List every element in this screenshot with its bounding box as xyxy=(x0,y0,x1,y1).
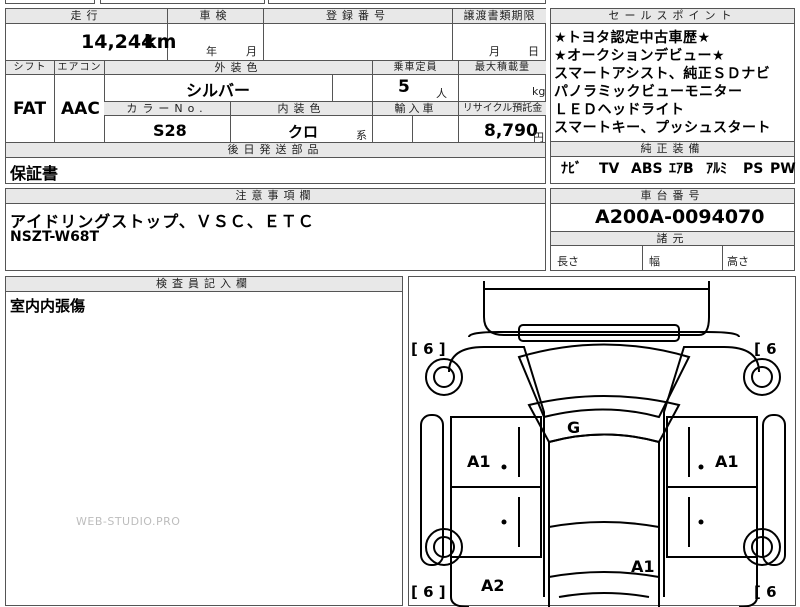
divider xyxy=(263,24,264,60)
color-no-value: S28 xyxy=(153,121,187,140)
sales-point-item: パノラミックビューモニター xyxy=(554,84,743,100)
recycle-value: 8,790 xyxy=(484,121,538,141)
transfer-day-unit: 日 xyxy=(528,45,539,58)
notes-block: 注意事項欄 アイドリングストップ、ＶＳＣ、ＥＴＣ NSZT-W68T xyxy=(5,188,546,271)
later-parts-value: 保証書 xyxy=(10,164,59,183)
equipment-item: PW xyxy=(770,161,796,177)
equipment-item: ﾅﾋﾞ xyxy=(561,161,582,177)
sales-point-item: スマートキー、プッシュスタート xyxy=(554,120,771,136)
equipment-item: TV xyxy=(599,161,620,177)
sales-points-header: セールスポイント xyxy=(551,9,794,24)
registration-header: 登録番号 xyxy=(263,9,452,24)
watermark-text: WEB-STUDIO.PRO xyxy=(76,515,181,528)
divider xyxy=(412,116,413,143)
bracket-label-bottom-left: [ 6 ] xyxy=(411,583,446,601)
damage-mark-a1-left: A1 xyxy=(467,452,491,471)
damage-mark-g: G xyxy=(567,418,581,437)
shaken-year-unit: 年 xyxy=(206,45,217,58)
shaken-header: 車検 xyxy=(167,9,263,24)
color-no-header: カラーNo. xyxy=(104,102,230,116)
equipment-header: 純正装備 xyxy=(551,142,794,157)
inspector-value: 室内内張傷 xyxy=(10,297,86,315)
car-outline xyxy=(420,281,786,607)
max-load-header: 最大積載量 xyxy=(458,61,546,75)
notes-header: 注意事項欄 xyxy=(6,189,545,204)
bracket-label-top-right: [ 6 xyxy=(754,340,777,358)
damage-mark-a2: A2 xyxy=(481,576,505,595)
equipment-item: ABS xyxy=(631,161,663,177)
damage-mark-a1-right: A1 xyxy=(715,452,739,471)
notes-line-2: NSZT-W68T xyxy=(10,229,100,245)
vehicle-info-block: 走行 車検 登録番号 譲渡書類期限 14,244 km 年 月 月 日 シフト … xyxy=(5,8,546,144)
dimensions-header: 諸元 xyxy=(551,232,794,246)
shaken-month-unit: 月 xyxy=(246,45,257,58)
sales-points-block: セールスポイント ★トヨタ認定中古車歴★ ★オークションデビュー★ スマートアシ… xyxy=(550,8,795,142)
capacity-header: 乗車定員 xyxy=(372,61,458,75)
mileage-unit: km xyxy=(144,31,177,53)
divider xyxy=(722,246,723,270)
later-parts-block: 後日発送部品 保証書 xyxy=(5,142,546,184)
import-header: 輸入車 xyxy=(372,102,458,116)
sales-point-item: ★オークションデビュー★ xyxy=(554,48,726,64)
interior-color-suffix: 系 xyxy=(356,129,367,142)
sales-point-item: ★トヨタ認定中古車歴★ xyxy=(554,30,711,46)
damage-mark-a1-bottom: A1 xyxy=(631,557,655,576)
chassis-value: A200A-0094070 xyxy=(595,206,765,228)
top-strip-cell xyxy=(268,0,546,4)
equipment-item: ｴｱB xyxy=(669,161,694,177)
sales-point-item: スマートアシスト、純正ＳＤナビ xyxy=(554,66,771,82)
aircon-value: AAC xyxy=(61,99,100,119)
shift-value: FAT xyxy=(13,99,47,119)
dimension-height-label: 高さ xyxy=(727,255,749,268)
inspector-block: 検査員記入欄 室内内張傷 WEB-STUDIO.PRO xyxy=(5,276,403,606)
shift-header: シフト xyxy=(6,61,54,75)
car-damage-diagram: G A1 A1 A1 A2 [ 6 ] [ 6 [ 6 ] [ 6 xyxy=(408,276,796,607)
bracket-label-bottom-right: [ 6 xyxy=(754,583,777,601)
exterior-color-value: シルバー xyxy=(186,81,251,100)
aircon-header: エアコン xyxy=(54,61,104,75)
exterior-color-header: 外装色 xyxy=(104,61,372,75)
bracket-label-top-left: [ 6 ] xyxy=(411,340,446,358)
equipment-block: 純正装備 ﾅﾋﾞ TV ABS ｴｱB ｱﾙﾐ PS PW xyxy=(550,141,796,184)
interior-color-value: クロ xyxy=(288,123,319,141)
capacity-unit: 人 xyxy=(436,87,447,100)
chassis-header: 車台番号 xyxy=(551,189,794,204)
divider xyxy=(372,75,373,101)
equipment-item: PS xyxy=(743,161,764,177)
transfer-month-unit: 月 xyxy=(489,45,500,58)
capacity-value: 5 xyxy=(398,77,410,97)
inspector-header: 検査員記入欄 xyxy=(6,277,402,292)
mileage-header: 走行 xyxy=(6,9,167,24)
recycle-header: リサイクル預託金 xyxy=(458,102,546,116)
divider xyxy=(372,116,373,143)
equipment-item: ｱﾙﾐ xyxy=(706,161,727,177)
divider xyxy=(332,75,333,101)
top-strip-cell xyxy=(5,0,95,4)
dimension-length-label: 長さ xyxy=(557,255,579,268)
chassis-block: 車台番号 A200A-0094070 諸元 長さ 幅 高さ xyxy=(550,188,795,271)
divider xyxy=(54,75,55,143)
sales-point-item: ＬＥＤヘッドライト xyxy=(554,102,685,118)
top-strip-cell xyxy=(100,0,265,4)
divider xyxy=(642,246,643,270)
dimension-width-label: 幅 xyxy=(649,255,660,268)
later-parts-header: 後日発送部品 xyxy=(6,143,545,158)
divider xyxy=(452,24,453,60)
interior-color-header: 内装色 xyxy=(230,102,372,116)
divider xyxy=(230,116,231,143)
transfer-deadline-header: 譲渡書類期限 xyxy=(452,9,546,24)
max-load-unit: kg xyxy=(532,85,546,98)
